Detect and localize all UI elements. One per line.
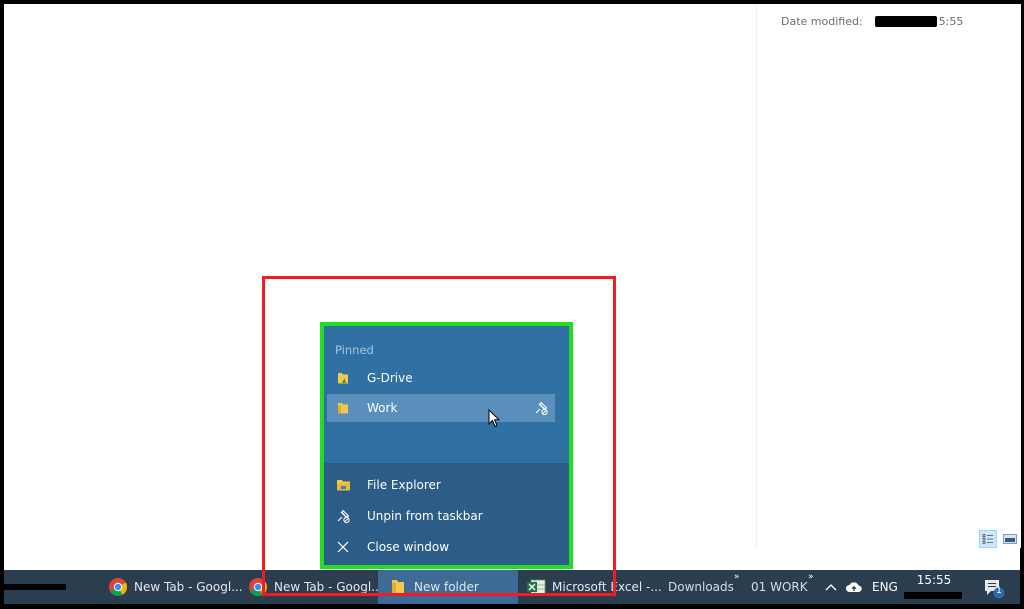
- language-label: ENG: [872, 580, 898, 594]
- redacted-date: [904, 592, 962, 599]
- task-file-explorer[interactable]: File Explorer: [327, 471, 555, 499]
- taskbar-item-chrome-1[interactable]: New Tab - Googl...: [106, 570, 248, 604]
- file-explorer-icon: [335, 477, 351, 493]
- pinned-item-label: Work: [367, 401, 398, 415]
- excel-icon: [526, 577, 546, 597]
- pinned-item-work[interactable]: Work: [327, 394, 555, 422]
- task-close-window[interactable]: Close window: [327, 533, 555, 561]
- details-view-icon: [982, 534, 993, 544]
- jump-list-tasks-section: File Explorer Unpin from taskbar Close w…: [324, 463, 569, 565]
- close-icon: [335, 539, 351, 555]
- folder-icon: [335, 400, 351, 416]
- view-buttons: [979, 530, 1019, 548]
- taskbar-item-label: New Tab - Googl...: [134, 580, 243, 594]
- date-modified-time: 5:55: [938, 15, 964, 28]
- task-label: Close window: [367, 540, 450, 554]
- large-icons-view-icon: [1003, 534, 1017, 544]
- clock-time[interactable]: 15:55: [902, 573, 966, 587]
- language-indicator[interactable]: ENG: [872, 570, 898, 604]
- chrome-icon: [248, 577, 268, 597]
- toolbar-label: Downloads: [668, 580, 734, 594]
- taskbar-item-excel[interactable]: Microsoft Excel -...: [526, 570, 662, 604]
- notification-count-badge: 1: [996, 586, 1002, 596]
- jump-list-pinned-section: Pinned G-Drive Work: [324, 326, 569, 463]
- large-icons-view-button[interactable]: [1001, 530, 1019, 548]
- unpin-icon: [335, 508, 351, 524]
- pinned-item-g-drive[interactable]: G-Drive: [327, 364, 555, 392]
- unpin-icon[interactable]: [533, 400, 549, 416]
- task-label: File Explorer: [367, 478, 441, 492]
- date-modified-label: Date modified:: [781, 15, 863, 28]
- date-modified-row: Date modified: 5:55: [781, 15, 963, 28]
- toolbar-01-work-chevron[interactable]: »: [808, 572, 814, 582]
- task-label: Unpin from taskbar: [367, 509, 483, 523]
- cloud-upload-icon: [846, 582, 862, 592]
- task-unpin-from-taskbar[interactable]: Unpin from taskbar: [327, 502, 555, 530]
- toolbar-01-work[interactable]: 01 WORK: [751, 570, 808, 604]
- pinned-header: Pinned: [335, 343, 374, 357]
- gdrive-folder-icon: [335, 370, 351, 386]
- taskbar-jump-list: Pinned G-Drive Work File Explorer Unpin …: [324, 326, 569, 565]
- onedrive-tray-button[interactable]: [845, 570, 863, 604]
- show-hidden-icons-button[interactable]: [824, 570, 838, 604]
- taskbar: New Tab - Googl... New Tab - Googl... Ne…: [4, 570, 1020, 604]
- chrome-icon: [108, 577, 128, 597]
- taskbar-item-chrome-2[interactable]: New Tab - Googl...: [246, 570, 383, 604]
- taskbar-item-new-folder[interactable]: New folder: [378, 570, 518, 604]
- folder-icon: [388, 577, 408, 597]
- mouse-pointer-icon: [488, 408, 501, 432]
- taskbar-item-label: New Tab - Googl...: [274, 580, 383, 594]
- taskbar-item-label: New folder: [414, 580, 479, 594]
- pinned-item-label: G-Drive: [367, 371, 413, 385]
- notification-icon: [985, 580, 1005, 599]
- redacted-date: [874, 16, 937, 27]
- redacted-taskbar-text: [4, 584, 66, 590]
- action-center-button[interactable]: 1: [982, 578, 1006, 603]
- toolbar-downloads-chevron[interactable]: »: [734, 572, 740, 582]
- details-view-button[interactable]: [979, 530, 997, 548]
- details-pane: Date modified: 5:55: [756, 4, 1021, 548]
- toolbar-label: 01 WORK: [751, 580, 808, 594]
- chevron-up-icon: [825, 584, 837, 591]
- taskbar-item-label: Microsoft Excel -...: [552, 580, 662, 594]
- toolbar-downloads[interactable]: Downloads: [668, 570, 734, 604]
